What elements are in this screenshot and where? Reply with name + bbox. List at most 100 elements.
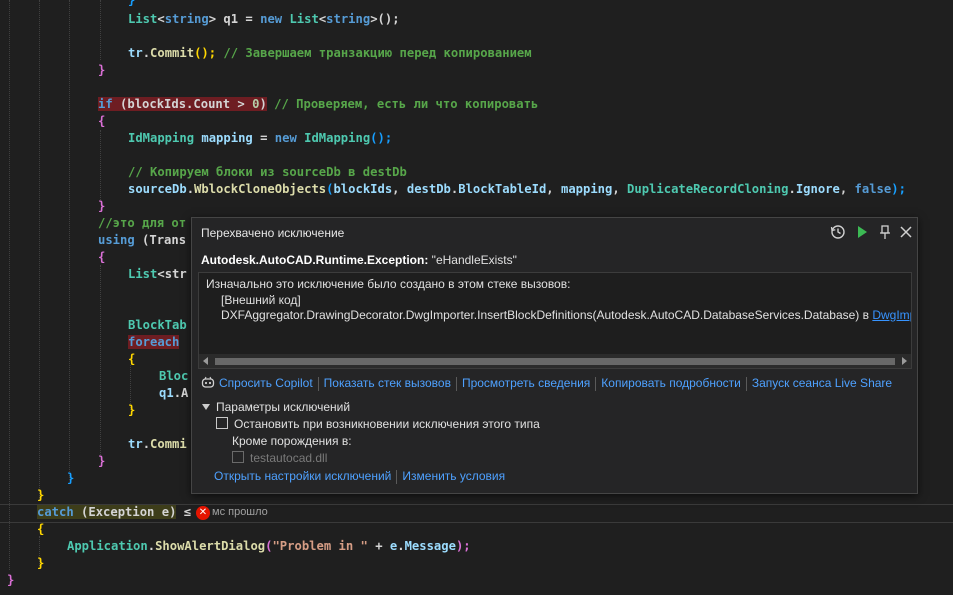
- method-token: ShowAlertDialog: [155, 539, 266, 553]
- brace: }: [37, 488, 45, 502]
- continue-play-icon[interactable]: [853, 223, 871, 241]
- except-when-from-label: Кроме порождения в:: [232, 434, 352, 448]
- type-token: List: [128, 267, 158, 281]
- code-line-24[interactable]: }: [37, 487, 44, 504]
- divider: [745, 376, 747, 391]
- stack-source-link[interactable]: DwgImport: [872, 308, 911, 322]
- code-line-8[interactable]: // Копируем блоки из sourceDb в destDb: [128, 164, 407, 181]
- exception-settings-toggle[interactable]: Параметры исключений: [202, 400, 350, 414]
- variable-token: tr: [128, 437, 143, 451]
- code-token: .: [186, 182, 195, 196]
- type-token: List: [128, 12, 158, 26]
- code-token: >();: [370, 12, 400, 26]
- brace: {: [37, 522, 45, 536]
- code-line-10[interactable]: }: [98, 198, 105, 215]
- code-line-14[interactable]: List<str: [128, 266, 187, 283]
- brace: {: [128, 352, 136, 366]
- code-line-21[interactable]: tr.Commi: [128, 436, 187, 453]
- code-token: ≤: [176, 505, 192, 519]
- stack-line-external: [Внешний код]: [221, 293, 301, 307]
- edit-conditions-link[interactable]: Изменить условия: [402, 469, 505, 483]
- code-line-22[interactable]: }: [98, 453, 105, 470]
- divider: [317, 376, 319, 391]
- close-icon[interactable]: [897, 223, 915, 241]
- call-stack-box[interactable]: Изначально это исключение было создано в…: [198, 272, 912, 369]
- variable-token: destDb: [406, 182, 451, 196]
- copy-details-link[interactable]: Копировать подробности: [601, 376, 741, 390]
- code-token: .: [142, 46, 151, 60]
- divider: [455, 376, 457, 391]
- code-line-28[interactable]: }: [37, 555, 44, 572]
- brace: {: [98, 114, 106, 128]
- code-token: .: [397, 539, 405, 553]
- code-line-20[interactable]: }: [128, 402, 135, 419]
- brace: }: [37, 556, 45, 570]
- code-line-3[interactable]: tr.Commit(); // Завершаем транзакцию пер…: [128, 45, 532, 62]
- code-token: +: [367, 539, 390, 553]
- scroll-left-icon[interactable]: [203, 357, 208, 365]
- variable-token: Ignore: [795, 182, 840, 196]
- code-token: ,: [546, 182, 561, 196]
- show-call-stack-link[interactable]: Показать стек вызовов: [324, 376, 451, 390]
- code-token: .: [788, 182, 796, 196]
- module-exclusion-checkbox: [232, 451, 244, 463]
- open-exception-settings-link[interactable]: Открыть настройки исключений: [214, 469, 391, 483]
- stack-frame-text: DXFAggregator.DrawingDecorator.DwgImport…: [221, 308, 873, 322]
- live-share-link[interactable]: Запуск сеанса Live Share: [752, 376, 892, 390]
- break-when-thrown-checkbox[interactable]: [216, 417, 228, 429]
- code-token: ();: [194, 46, 224, 60]
- keyword-token: catch: [37, 505, 74, 519]
- code-token: ,: [839, 182, 855, 196]
- variable-token: tr: [128, 46, 143, 60]
- exception-message: "eHandleExists": [428, 253, 517, 267]
- code-line-9[interactable]: sourceDb.WblockCloneObjects(blockIds, de…: [128, 181, 906, 198]
- code-line-27[interactable]: Application.ShowAlertDialog("Problem in …: [67, 538, 471, 555]
- scroll-right-icon[interactable]: [902, 357, 907, 365]
- pin-icon[interactable]: [876, 223, 894, 241]
- code-token: ,: [392, 182, 407, 196]
- code-line-13[interactable]: {: [98, 249, 105, 266]
- code-line-29[interactable]: }: [7, 572, 14, 589]
- brace: {: [98, 250, 106, 264]
- indent-guide: [39, 0, 40, 500]
- keyword-token: string: [326, 12, 371, 26]
- brace: }: [98, 454, 106, 468]
- code-line-25[interactable]: catch (Exception e) ≤: [37, 504, 191, 521]
- code-line-5[interactable]: if (blockIds.Count > 0) // Проверяем, ес…: [98, 96, 538, 113]
- code-line-11[interactable]: //это для от: [98, 215, 186, 232]
- copilot-icon: [201, 376, 215, 388]
- brace: }: [98, 199, 106, 213]
- code-line-6[interactable]: {: [98, 113, 105, 130]
- code-line-19[interactable]: q1.A: [159, 385, 188, 402]
- error-icon[interactable]: ✕: [196, 506, 210, 520]
- brace: }: [67, 471, 75, 485]
- code-line-17[interactable]: {: [128, 351, 135, 368]
- break-when-thrown-option[interactable]: Остановить при возникновении исключения …: [216, 417, 540, 431]
- code-line-1[interactable]: }: [128, 0, 135, 9]
- view-details-link[interactable]: Просмотреть сведения: [462, 376, 590, 390]
- code-line-18[interactable]: Bloc: [159, 368, 188, 385]
- type-token: Application: [67, 539, 148, 553]
- code-token: <: [157, 12, 165, 26]
- scrollbar-thumb[interactable]: [215, 358, 895, 365]
- code-line-7[interactable]: IdMapping mapping = new IdMapping();: [128, 130, 392, 147]
- comment-token: // Проверяем, есть ли что копировать: [266, 97, 539, 111]
- code-line-16[interactable]: foreach: [128, 334, 180, 351]
- history-icon[interactable]: [829, 223, 847, 241]
- code-token: (blockIds.Count >: [112, 97, 253, 111]
- code-token: ();: [370, 131, 393, 145]
- code-line-2[interactable]: List<string> q1 = new List<string>();: [128, 11, 400, 28]
- code-line-4[interactable]: }: [98, 62, 105, 79]
- code-line-26[interactable]: {: [37, 521, 44, 538]
- code-line-23[interactable]: }: [67, 470, 74, 487]
- type-token: Bloc: [159, 369, 189, 383]
- code-token: <str: [157, 267, 187, 281]
- method-token: Commi: [150, 437, 187, 451]
- keyword-token: foreach: [128, 335, 180, 349]
- horizontal-scrollbar[interactable]: [199, 354, 911, 368]
- code-line-15[interactable]: BlockTab: [128, 317, 187, 334]
- ask-copilot-link[interactable]: Спросить Copilot: [219, 376, 313, 390]
- brace: }: [7, 573, 15, 587]
- code-token: ): [259, 97, 267, 111]
- code-line-12[interactable]: using (Trans: [98, 232, 186, 249]
